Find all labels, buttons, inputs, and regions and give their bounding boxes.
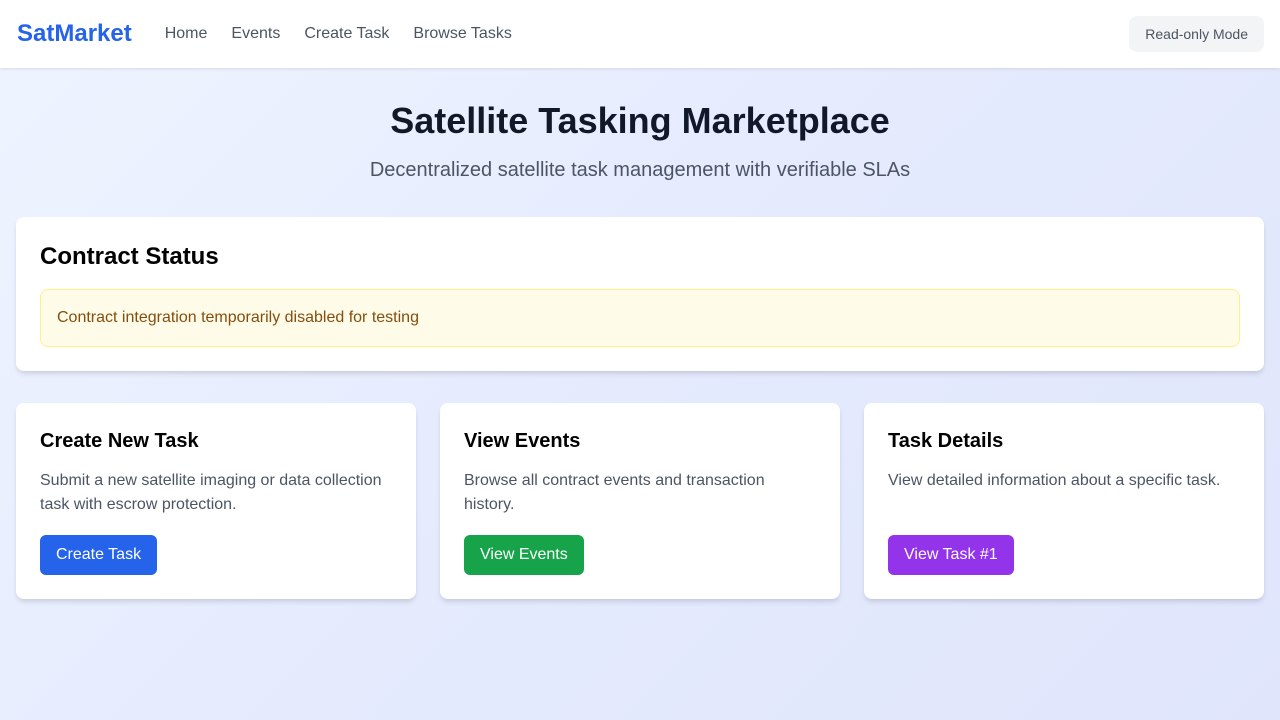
top-navbar: SatMarket Home Events Create Task Browse… (0, 0, 1280, 68)
contract-status-card: Contract Status Contract integration tem… (16, 217, 1264, 371)
create-task-card-title: Create New Task (40, 430, 199, 452)
task-details-card: Task Details View detailed information a… (864, 403, 1264, 599)
page-subtitle: Decentralized satellite task management … (369, 159, 911, 181)
task-details-card-description: View detailed information about a specif… (888, 472, 1221, 489)
task-details-card-title: Task Details (888, 430, 1004, 452)
nav-link-home[interactable]: Home (165, 25, 208, 43)
read-only-mode-button[interactable]: Read-only Mode (1129, 16, 1264, 52)
nav-link-create-task[interactable]: Create Task (304, 25, 389, 43)
view-task-button[interactable]: View Task #1 (888, 535, 1014, 575)
brand-logo-link[interactable]: SatMarket (17, 20, 132, 48)
main-nav: Home Events Create Task Browse Tasks (165, 25, 536, 43)
view-events-card: View Events Browse all contract events a… (440, 403, 840, 599)
view-events-button[interactable]: View Events (464, 535, 584, 575)
page-title: Satellite Tasking Marketplace (390, 100, 890, 141)
contract-status-alert: Contract integration temporarily disable… (40, 289, 1240, 347)
view-events-card-description: Browse all contract events and transacti… (464, 472, 765, 513)
create-task-card: Create New Task Submit a new satellite i… (16, 403, 416, 599)
contract-status-title: Contract Status (40, 243, 219, 270)
view-events-card-title: View Events (464, 430, 581, 452)
nav-link-browse-tasks[interactable]: Browse Tasks (413, 25, 511, 43)
nav-link-events[interactable]: Events (231, 25, 280, 43)
create-task-button[interactable]: Create Task (40, 535, 158, 575)
create-task-card-description: Submit a new satellite imaging or data c… (40, 472, 382, 513)
